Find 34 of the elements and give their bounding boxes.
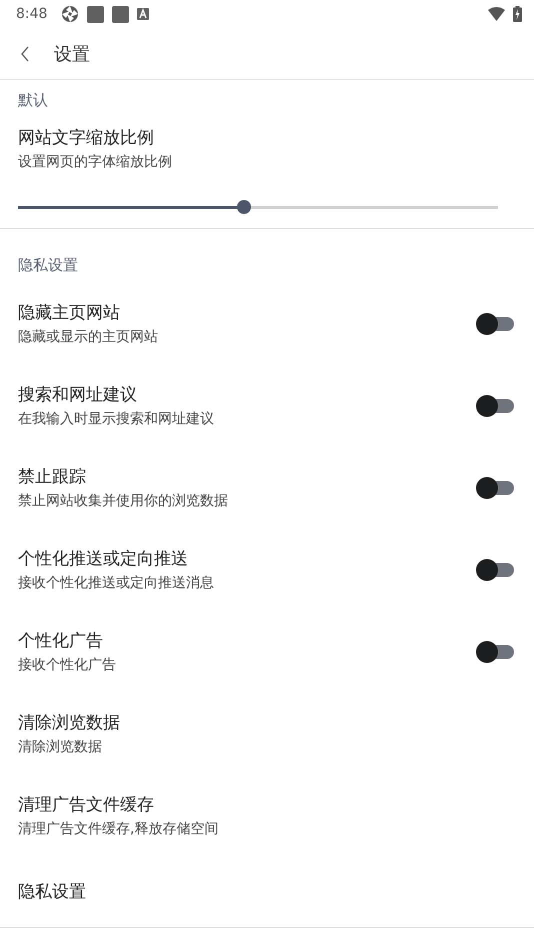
setting-title: 清除浏览数据: [18, 712, 121, 735]
battery-icon: [513, 6, 522, 22]
setting-title: 搜索和网址建议: [18, 384, 138, 407]
setting-description: 接收个性化广告: [18, 656, 117, 675]
keyboard-icon: [137, 8, 150, 20]
setting-description: 清除浏览数据: [18, 738, 103, 757]
setting-title: 禁止跟踪: [18, 466, 87, 489]
setting-description: 接收个性化推送或定向推送消息: [18, 574, 215, 593]
setting-title: 网站文字缩放比例: [18, 127, 155, 150]
setting-description: 清理广告文件缓存,释放存储空间: [18, 820, 220, 839]
toggle-switch[interactable]: [476, 476, 516, 500]
aperture-icon: [61, 5, 80, 23]
toggle-switch[interactable]: [476, 312, 516, 336]
toggle-switch[interactable]: [476, 640, 516, 664]
setting-title: 个性化推送或定向推送: [18, 548, 189, 571]
setting-description: 设置网页的字体缩放比例: [18, 153, 173, 172]
toggle-switch[interactable]: [476, 558, 516, 582]
slider-thumb[interactable]: [237, 200, 252, 214]
setting-description: 隐藏或显示的主页网站: [18, 328, 159, 347]
setting-title: 隐藏主页网站: [18, 302, 121, 325]
setting-title: 隐私设置: [18, 881, 87, 904]
app-icon: [112, 6, 130, 22]
status-time: 8:48: [16, 6, 48, 22]
setting-description: 在我输入时显示搜索和网址建议: [18, 410, 215, 429]
setting-title: 个性化广告: [18, 630, 104, 653]
wifi-icon: [488, 7, 505, 21]
app-icon: [87, 6, 104, 22]
setting-title: 清理广告文件缓存: [18, 794, 155, 817]
section-header: 隐私设置: [18, 256, 78, 274]
back-icon: [20, 46, 30, 62]
toggle-switch[interactable]: [476, 394, 516, 418]
section-header: 默认: [18, 91, 48, 109]
screen-title: 设置: [54, 42, 90, 66]
setting-description: 禁止网站收集并使用你的浏览数据: [18, 492, 229, 511]
